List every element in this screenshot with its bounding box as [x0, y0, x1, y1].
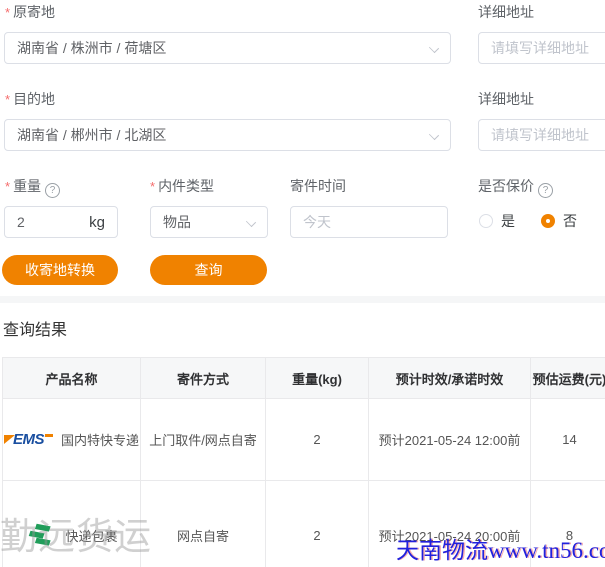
- table-row: EMS 国内特快专递 上门取件/网点自寄 2 预计2021-05-24 12:0…: [3, 399, 605, 481]
- required-mark: *: [5, 92, 10, 107]
- method-cell: 上门取件/网点自寄: [141, 399, 266, 481]
- weight-cell: 2: [266, 481, 369, 567]
- chevron-down-icon: [429, 130, 439, 140]
- product-name: 快递包裹: [65, 526, 117, 545]
- results-table: 产品名称 寄件方式 重量(kg) 预计时效/承诺时效 预估运费(元) EMS 国…: [2, 357, 605, 567]
- results-title: 查询结果: [3, 316, 67, 340]
- weight-cell: 2: [266, 399, 369, 481]
- origin-label: *原寄地: [5, 2, 55, 22]
- chevron-down-icon: [246, 217, 256, 227]
- insurance-radio-no[interactable]: 否: [541, 211, 577, 231]
- destination-detail-label: 详细地址: [478, 89, 534, 109]
- content-type-value: 物品: [163, 212, 191, 232]
- send-time-label: 寄件时间: [290, 176, 346, 196]
- insurance-radio-yes[interactable]: 是: [479, 211, 515, 231]
- header-method: 寄件方式: [141, 358, 266, 399]
- eta-cell: 预计2021-05-24 20:00前: [369, 481, 531, 567]
- shipping-rate-query-page: *原寄地 湖南省 / 株洲市 / 荷塘区 详细地址 *目的地 湖南省 / 郴州市…: [0, 0, 605, 567]
- swap-address-button[interactable]: 收寄地转换: [2, 255, 118, 285]
- insurance-label: 是否保价?: [478, 176, 553, 198]
- weight-field: kg: [4, 206, 118, 238]
- insurance-radio-group: 是 否: [479, 211, 577, 231]
- product-cell: 快递包裹: [3, 481, 141, 567]
- chevron-down-icon: [429, 43, 439, 53]
- header-cost: 预估运费(元): [531, 358, 605, 399]
- origin-select-value: 湖南省 / 株洲市 / 荷塘区: [17, 38, 166, 58]
- origin-detail-input[interactable]: [491, 40, 600, 56]
- table-row: 快递包裹 网点自寄 2 预计2021-05-24 20:00前 8: [3, 481, 605, 567]
- product-name: 国内特快专递: [61, 430, 139, 449]
- cost-cell: 14: [531, 399, 605, 481]
- required-mark: *: [5, 179, 10, 194]
- required-mark: *: [150, 179, 155, 194]
- origin-detail-field: [478, 32, 605, 64]
- eta-cell: 预计2021-05-24 12:00前: [369, 399, 531, 481]
- required-mark: *: [5, 5, 10, 20]
- radio-checked-icon: [541, 214, 555, 228]
- send-time-field: [290, 206, 448, 238]
- send-time-input[interactable]: [303, 214, 435, 230]
- header-weight: 重量(kg): [266, 358, 369, 399]
- product-cell: EMS 国内特快专递: [3, 399, 141, 481]
- weight-label: *重量?: [5, 176, 60, 198]
- origin-detail-label: 详细地址: [478, 2, 534, 22]
- ems-dash-icon: [45, 434, 53, 437]
- help-icon[interactable]: ?: [45, 183, 60, 198]
- destination-detail-field: [478, 119, 605, 151]
- header-product: 产品名称: [3, 358, 141, 399]
- query-button[interactable]: 查询: [150, 255, 267, 285]
- header-eta: 预计时效/承诺时效: [369, 358, 531, 399]
- section-divider: [0, 296, 605, 303]
- help-icon[interactable]: ?: [538, 183, 553, 198]
- table-header-row: 产品名称 寄件方式 重量(kg) 预计时效/承诺时效 预估运费(元): [3, 358, 605, 399]
- origin-select[interactable]: 湖南省 / 株洲市 / 荷塘区: [4, 32, 451, 64]
- destination-label: *目的地: [5, 89, 55, 109]
- destination-select-value: 湖南省 / 郴州市 / 北湖区: [17, 125, 166, 145]
- weight-input[interactable]: [17, 214, 77, 230]
- cost-cell: 8: [531, 481, 605, 567]
- parcel-logo-icon: [25, 522, 57, 550]
- destination-select[interactable]: 湖南省 / 郴州市 / 北湖区: [4, 119, 451, 151]
- radio-unchecked-icon: [479, 214, 493, 228]
- ems-logo: EMS: [4, 432, 53, 447]
- content-type-label: *内件类型: [150, 176, 214, 196]
- content-type-select[interactable]: 物品: [150, 206, 268, 238]
- weight-unit: kg: [83, 214, 105, 231]
- method-cell: 网点自寄: [141, 481, 266, 567]
- destination-detail-input[interactable]: [491, 127, 600, 143]
